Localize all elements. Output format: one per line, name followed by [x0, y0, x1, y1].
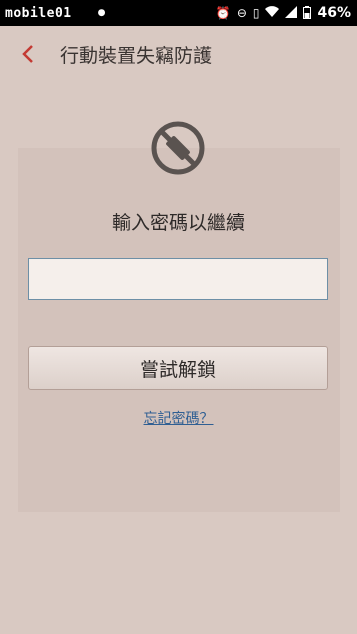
battery-icon — [303, 5, 312, 21]
alarm-icon: ⏰ — [215, 6, 231, 20]
try-unlock-button[interactable]: 嘗試解鎖 — [28, 346, 328, 390]
anti-theft-lock-icon — [150, 120, 206, 176]
back-icon[interactable] — [8, 26, 48, 82]
password-input[interactable] — [28, 258, 328, 300]
notification-dot-icon: ● — [97, 8, 106, 18]
vibrate-icon: ▯ — [252, 6, 260, 20]
wifi-icon — [265, 6, 280, 20]
forgot-password-link[interactable]: 忘記密碼？ — [0, 408, 357, 428]
status-bar: mobile01 ● ⏰ ⊖ ▯ 46% — [0, 0, 357, 26]
signal-icon — [285, 6, 298, 20]
page-title: 行動裝置失竊防護 — [60, 44, 213, 67]
battery-percent: 46% — [317, 5, 351, 21]
background-card — [18, 148, 340, 512]
app-header: 行動裝置失竊防護 — [0, 26, 357, 82]
password-prompt: 輸入密碼以繼續 — [111, 212, 245, 234]
do-not-disturb-icon: ⊖ — [236, 6, 247, 20]
status-brand: mobile01 — [5, 5, 72, 21]
